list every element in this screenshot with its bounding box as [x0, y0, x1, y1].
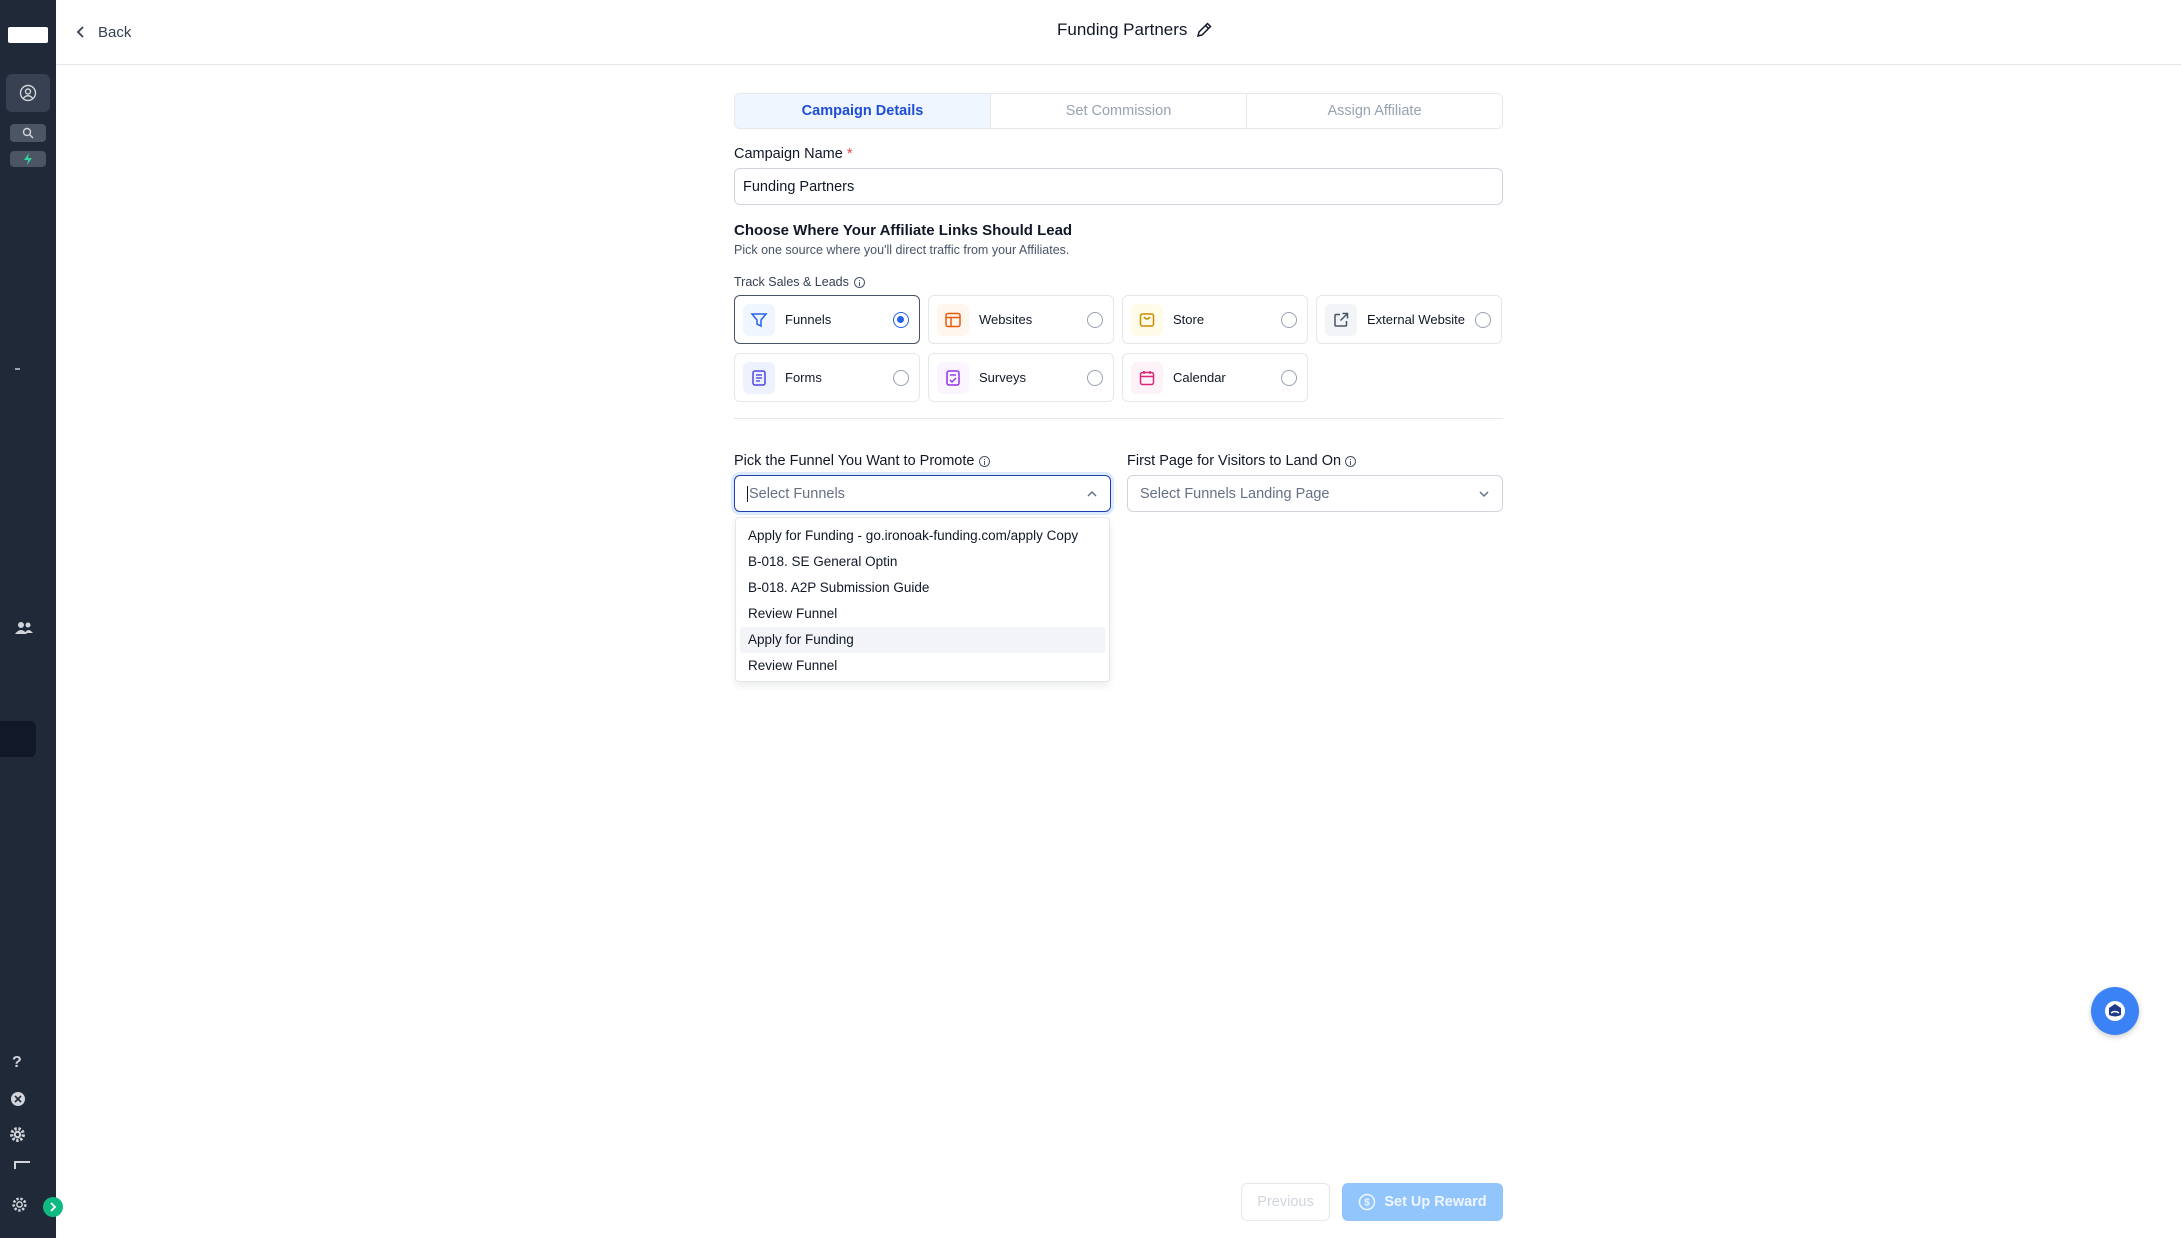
sidebar-settings-button[interactable] [9, 1126, 26, 1148]
campaign-name-input[interactable] [734, 168, 1503, 205]
sidebar-tools-icon[interactable] [14, 1161, 30, 1169]
sidebar-contacts-button[interactable] [14, 620, 34, 641]
source-card-websites[interactable]: Websites [928, 295, 1114, 344]
landing-select-placeholder: Select Funnels Landing Page [1140, 485, 1330, 502]
text-cursor [747, 485, 748, 502]
sidebar-close-button[interactable] [10, 1091, 26, 1112]
store-icon [1131, 303, 1163, 336]
chat-icon [2105, 1001, 2125, 1021]
svg-text:$: $ [1365, 1198, 1371, 1209]
sidebar-expand-button[interactable] [43, 1197, 63, 1217]
source-label: Surveys [979, 370, 1026, 385]
tab-assign-affiliate[interactable]: Assign Affiliate [1247, 94, 1502, 128]
dropdown-option[interactable]: Review Funnel [740, 601, 1105, 627]
tab-campaign-details[interactable]: Campaign Details [735, 94, 991, 128]
dropdown-option[interactable]: Review Funnel [740, 653, 1105, 679]
source-label: Websites [979, 312, 1033, 327]
info-icon[interactable] [1345, 455, 1357, 467]
set-up-reward-label: Set Up Reward [1384, 1194, 1487, 1210]
chevron-up-icon[interactable] [1086, 490, 1098, 498]
funnel-picker-label: Pick the Funnel You Want to Promote [734, 453, 990, 469]
funnel-icon [743, 303, 775, 336]
landing-picker-label-text: First Page for Visitors to Land On [1127, 453, 1342, 469]
top-bar: Back Funding Partners [56, 0, 2181, 65]
dropdown-option[interactable]: B-018. A2P Submission Guide [740, 575, 1105, 601]
search-icon [22, 127, 34, 139]
lightning-icon [24, 153, 32, 165]
source-radio[interactable] [893, 369, 909, 386]
sidebar-preferences-button[interactable] [11, 1196, 28, 1218]
external-link-icon [1325, 303, 1357, 336]
track-sales-label: Track Sales & Leads [734, 275, 865, 289]
survey-icon [937, 361, 969, 394]
funnel-select-placeholder: Select Funnels [749, 485, 845, 502]
form-icon [743, 361, 775, 394]
source-label: External Website [1367, 312, 1466, 327]
info-icon[interactable] [978, 455, 990, 467]
back-label: Back [98, 23, 132, 41]
landing-page-select[interactable]: Select Funnels Landing Page [1127, 475, 1503, 512]
source-radio[interactable] [1087, 369, 1103, 386]
source-card-calendar[interactable]: Calendar [1122, 353, 1308, 402]
funnel-select[interactable]: Select Funnels [734, 475, 1111, 512]
gear-icon [10, 1127, 25, 1142]
source-card-store[interactable]: Store [1122, 295, 1308, 344]
source-label: Funnels [785, 312, 832, 327]
sidebar-quick-actions-button[interactable] [10, 151, 46, 167]
funnel-picker-label-text: Pick the Funnel You Want to Promote [734, 453, 975, 469]
section-divider [734, 418, 1503, 419]
close-circle-icon [11, 1092, 25, 1106]
track-sales-text: Track Sales & Leads [734, 275, 849, 289]
help-icon[interactable]: ? [12, 1054, 22, 1072]
coin-icon: $ [1359, 1193, 1376, 1211]
source-card-funnels[interactable]: Funnels [734, 295, 920, 344]
source-radio[interactable] [1087, 311, 1103, 328]
chevron-left-icon [76, 26, 84, 38]
sidebar-search-button[interactable] [10, 124, 46, 142]
destination-subtext: Pick one source where you'll direct traf… [734, 243, 1070, 257]
sidebar-account-button[interactable] [6, 74, 50, 112]
user-icon [19, 84, 37, 102]
source-label: Store [1173, 312, 1205, 327]
sidebar-collapsed-item[interactable] [15, 368, 20, 370]
website-icon [937, 303, 969, 336]
edit-pencil-icon[interactable] [1195, 21, 1213, 39]
source-card-forms[interactable]: Forms [734, 353, 920, 402]
source-radio[interactable] [893, 311, 909, 328]
funnel-select-field[interactable]: Select Funnels [747, 485, 845, 502]
source-radio[interactable] [1475, 311, 1491, 328]
gear-outline-icon [12, 1197, 27, 1212]
source-card-surveys[interactable]: Surveys [928, 353, 1114, 402]
landing-picker-label: First Page for Visitors to Land On [1127, 453, 1357, 469]
source-label: Forms [785, 370, 822, 385]
calendar-icon [1131, 361, 1163, 394]
campaign-name-label-text: Campaign Name [734, 146, 843, 162]
required-marker: * [846, 146, 853, 162]
previous-button[interactable]: Previous [1241, 1183, 1330, 1221]
chevron-down-icon[interactable] [1478, 490, 1490, 498]
sidebar-active-section[interactable] [0, 721, 36, 757]
left-sidebar: ? [0, 0, 63, 1238]
page-title: Funding Partners [1057, 20, 1188, 39]
dropdown-option-highlighted[interactable]: Apply for Funding [740, 627, 1105, 653]
source-radio[interactable] [1281, 369, 1297, 386]
people-icon [15, 622, 33, 634]
wizard-tabs: Campaign Details Set Commission Assign A… [734, 93, 1503, 129]
campaign-title: Funding Partners [1057, 20, 1213, 40]
chevron-right-icon [50, 1202, 57, 1212]
dropdown-option[interactable]: B-018. SE General Optin [740, 549, 1105, 575]
campaign-name-label: Campaign Name * [734, 146, 852, 162]
tab-set-commission[interactable]: Set Commission [991, 94, 1247, 128]
source-label: Calendar [1173, 370, 1226, 385]
source-card-external-website[interactable]: External Website [1316, 295, 1502, 344]
destination-heading: Choose Where Your Affiliate Links Should… [734, 222, 1073, 239]
chat-widget-button[interactable] [2091, 987, 2139, 1035]
info-icon[interactable] [853, 276, 865, 288]
funnel-dropdown-menu: Apply for Funding - go.ironoak-funding.c… [735, 517, 1110, 682]
back-button[interactable]: Back [76, 20, 131, 44]
source-radio[interactable] [1281, 311, 1297, 328]
app-logo[interactable] [8, 27, 48, 43]
set-up-reward-button[interactable]: $ Set Up Reward [1342, 1183, 1503, 1221]
dropdown-option[interactable]: Apply for Funding - go.ironoak-funding.c… [740, 523, 1105, 549]
